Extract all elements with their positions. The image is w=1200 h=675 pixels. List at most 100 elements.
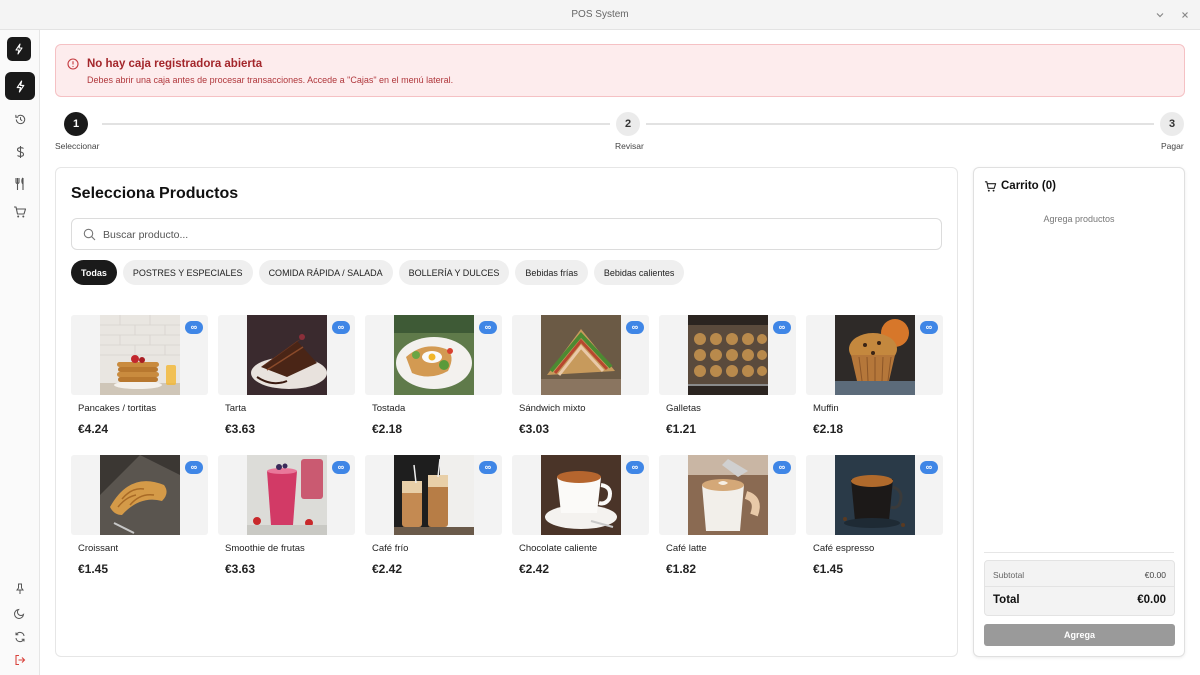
alert-circle-icon: [67, 57, 79, 75]
product-card[interactable]: ∞ Croissant €1.45: [71, 455, 209, 585]
stock-badge-infinity-icon: ∞: [773, 461, 791, 474]
stock-badge-infinity-icon: ∞: [920, 321, 938, 334]
main-content: No hay caja registradora abierta Debes a…: [40, 30, 1200, 675]
category-chip-bolleria[interactable]: BOLLERÍA Y DULCES: [398, 260, 510, 285]
category-chip-todas[interactable]: Todas: [71, 260, 117, 285]
total-label: Total: [993, 594, 1020, 606]
checkout-stepper: 1 2 3 Seleccionar Revisar Pagar: [55, 112, 1185, 152]
product-name: Café frío: [372, 543, 409, 554]
step-3-label: Pagar: [1161, 141, 1184, 151]
product-name: Pancakes / tortitas: [78, 403, 157, 414]
category-chip-comida-rapida[interactable]: COMIDA RÁPIDA / SALADA: [258, 260, 393, 285]
sidebar-logout-icon[interactable]: [5, 646, 35, 674]
cart-totals: Subtotal €0.00 Total €0.00: [984, 560, 1175, 616]
category-chip-bebidas-frias[interactable]: Bebidas frías: [515, 260, 588, 285]
stock-badge-infinity-icon: ∞: [773, 321, 791, 334]
product-price: €2.18: [813, 422, 844, 436]
product-image: ∞: [218, 455, 355, 535]
product-name: Café espresso: [813, 543, 875, 554]
stock-badge-infinity-icon: ∞: [185, 461, 203, 474]
cart-title: Carrito (0): [1001, 180, 1056, 192]
product-price: €3.03: [519, 422, 550, 436]
product-card[interactable]: ∞ Smoothie de frutas €3.63: [218, 455, 356, 585]
search-input[interactable]: [103, 225, 923, 245]
product-selection-panel: Selecciona Productos Todas POSTRES Y ESP…: [55, 167, 958, 657]
add-to-cart-button[interactable]: Agrega: [984, 624, 1175, 646]
step-connector: [646, 123, 1154, 125]
product-card[interactable]: ∞ Tarta €3.63: [218, 315, 356, 445]
product-price: €2.18: [372, 422, 403, 436]
totals-separator: [985, 586, 1174, 587]
sidebar-item-products-utensils-icon[interactable]: [5, 170, 35, 198]
sidebar-item-cash-dollar-icon[interactable]: [5, 138, 35, 166]
cart-panel: Carrito (0) Agrega productos Subtotal €0…: [973, 167, 1185, 657]
product-image: ∞: [806, 455, 943, 535]
alert-title: No hay caja registradora abierta: [87, 58, 263, 70]
minimize-chevron-icon[interactable]: [1151, 6, 1169, 24]
product-price: €3.63: [225, 422, 256, 436]
step-2-label: Revisar: [615, 141, 644, 151]
product-price: €3.63: [225, 562, 256, 576]
category-filter: Todas POSTRES Y ESPECIALES COMIDA RÁPIDA…: [71, 260, 685, 285]
product-name: Smoothie de frutas: [225, 543, 305, 554]
product-price: €1.45: [813, 562, 844, 576]
product-price: €1.45: [78, 562, 109, 576]
product-card[interactable]: ∞ Café espresso €1.45: [806, 455, 944, 585]
toast-image: [394, 315, 474, 395]
product-image: ∞: [512, 455, 649, 535]
cake-image: [247, 315, 327, 395]
sidebar-item-sales-bolt-icon[interactable]: [5, 72, 35, 100]
product-card[interactable]: ∞ Tostada €2.18: [365, 315, 503, 445]
pancakes-image: [100, 315, 180, 395]
product-card[interactable]: ∞ Muffin €2.18: [806, 315, 944, 445]
product-image: ∞: [365, 455, 502, 535]
panel-title: Selecciona Productos: [71, 185, 239, 202]
product-name: Galletas: [666, 403, 701, 414]
latte-image: [688, 455, 768, 535]
product-name: Croissant: [78, 543, 119, 554]
muffin-image: [835, 315, 915, 395]
sidebar: [0, 30, 40, 675]
product-image: ∞: [218, 315, 355, 395]
product-image: ∞: [659, 455, 796, 535]
search-box: [71, 218, 942, 250]
product-card[interactable]: ∞ Café frío €2.42: [365, 455, 503, 585]
step-2-circle: 2: [616, 112, 640, 136]
stock-badge-infinity-icon: ∞: [479, 321, 497, 334]
sandwich-image: [541, 315, 621, 395]
product-image: ∞: [806, 315, 943, 395]
window-titlebar: POS System: [0, 0, 1200, 30]
no-register-alert: No hay caja registradora abierta Debes a…: [55, 44, 1185, 97]
step-1-label: Seleccionar: [55, 141, 100, 151]
window-title: POS System: [571, 9, 629, 20]
product-image: ∞: [659, 315, 796, 395]
product-name: Café latte: [666, 543, 707, 554]
subtotal-value: €0.00: [1144, 570, 1166, 580]
sidebar-item-history-icon[interactable]: [5, 105, 35, 133]
cart-empty-message: Agrega productos: [1043, 214, 1115, 224]
cart-icon: [984, 180, 997, 198]
product-price: €2.42: [519, 562, 550, 576]
sidebar-item-cart-icon[interactable]: [5, 198, 35, 226]
espresso-image: [835, 455, 915, 535]
product-card[interactable]: ∞ Sándwich mixto €3.03: [512, 315, 650, 445]
category-chip-bebidas-calientes[interactable]: Bebidas calientes: [593, 260, 685, 285]
product-price: €4.24: [78, 422, 109, 436]
cart-divider: [984, 552, 1174, 553]
stock-badge-infinity-icon: ∞: [185, 321, 203, 334]
product-card[interactable]: ∞ Galletas €1.21: [659, 315, 797, 445]
step-1-circle: 1: [64, 112, 88, 136]
product-card[interactable]: ∞ Café latte €1.82: [659, 455, 797, 585]
app-logo-bolt-icon[interactable]: [7, 37, 31, 61]
total-value: €0.00: [1137, 594, 1166, 606]
subtotal-label: Subtotal: [993, 570, 1025, 580]
iced-coffee-image: [394, 455, 474, 535]
product-name: Muffin: [813, 403, 839, 414]
stock-badge-infinity-icon: ∞: [626, 321, 644, 334]
category-chip-postres[interactable]: POSTRES Y ESPECIALES: [122, 260, 253, 285]
hot-chocolate-image: [541, 455, 621, 535]
close-icon[interactable]: [1176, 6, 1194, 24]
product-card[interactable]: ∞ Pancakes / tortitas €4.24: [71, 315, 209, 445]
product-image: ∞: [71, 455, 208, 535]
product-card[interactable]: ∞ Chocolate caliente €2.42: [512, 455, 650, 585]
